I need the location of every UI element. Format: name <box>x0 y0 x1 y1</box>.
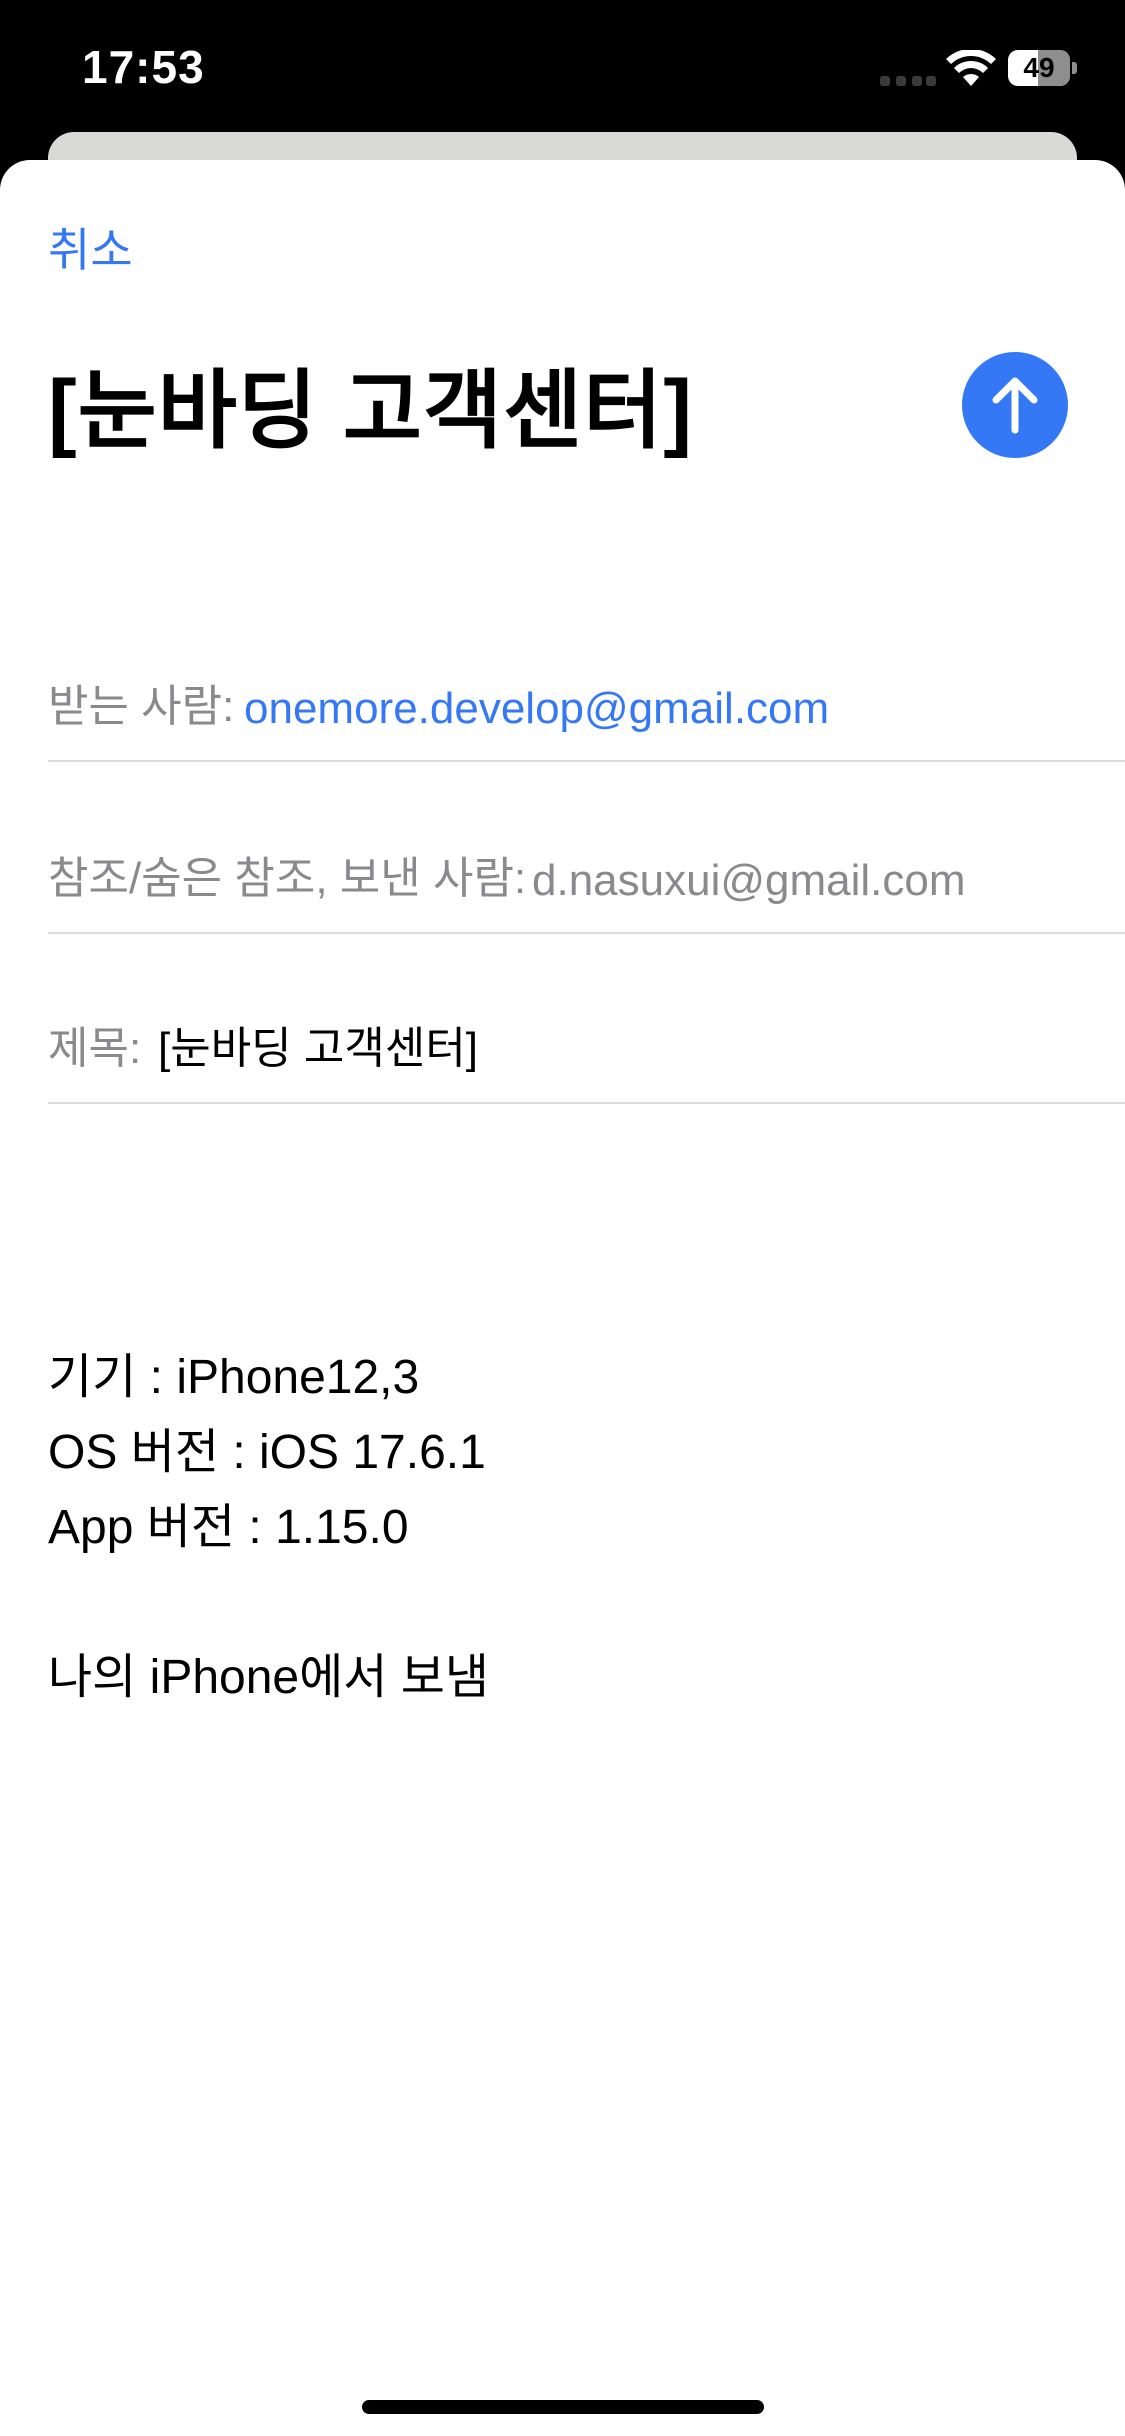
subject-input[interactable]: [눈바딩 고객센터] <box>158 1012 478 1076</box>
to-recipient[interactable]: onemore.develop@gmail.com <box>244 684 829 734</box>
battery-level: 49 <box>1023 52 1055 83</box>
mail-compose-screen: 17:53 49 취소 [눈바딩 고객센터] 받는 사람: onemore.de… <box>0 0 1125 2436</box>
wifi-icon <box>946 50 996 86</box>
home-indicator[interactable] <box>362 2400 764 2414</box>
battery-body: 49 <box>1008 50 1070 86</box>
cellular-signal-icon <box>880 74 936 86</box>
message-body[interactable]: 기기 : iPhone12,3 OS 버전 : iOS 17.6.1 App 버… <box>48 1340 489 1715</box>
body-blank-line <box>48 1565 489 1640</box>
to-label: 받는 사람: <box>48 682 235 731</box>
arrow-up-icon <box>992 377 1038 434</box>
status-bar: 17:53 49 <box>0 0 1125 132</box>
subject-label: 제목: <box>48 1024 142 1073</box>
send-button[interactable] <box>962 352 1068 458</box>
subject-field[interactable]: 제목: [눈바딩 고객센터] <box>48 932 1125 1104</box>
status-time: 17:53 <box>82 41 205 93</box>
body-line-os-version: OS 버전 : iOS 17.6.1 <box>48 1426 486 1479</box>
compose-title: [눈바딩 고객센터] <box>48 363 694 459</box>
signature: 나의 iPhone에서 보냄 <box>48 1651 490 1704</box>
battery-icon: 49 <box>1008 50 1077 86</box>
body-line-device: 기기 : iPhone12,3 <box>48 1351 420 1404</box>
compose-sheet: 취소 [눈바딩 고객센터] 받는 사람: onemore.develop@gma… <box>0 160 1125 2436</box>
battery-tip <box>1072 62 1077 74</box>
cancel-button[interactable]: 취소 <box>48 214 133 280</box>
from-address[interactable]: d.nasuxui@gmail.com <box>532 856 966 906</box>
cc-bcc-from-field[interactable]: 참조/숨은 참조, 보낸 사람: d.nasuxui@gmail.com <box>48 762 1125 934</box>
body-line-app-version: App 버전 : 1.15.0 <box>48 1501 409 1554</box>
cc-bcc-from-label: 참조/숨은 참조, 보낸 사람: <box>48 854 527 903</box>
to-field[interactable]: 받는 사람: onemore.develop@gmail.com <box>48 590 1125 762</box>
